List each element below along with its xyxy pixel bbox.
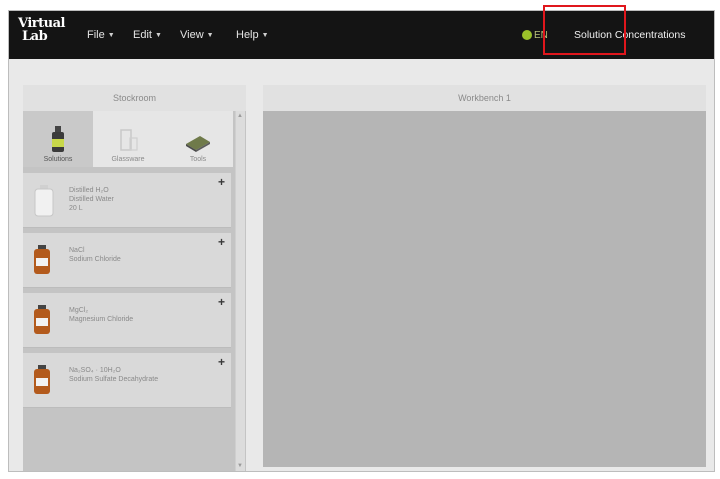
list-item[interactable]: Na₂SO₄ · 10H₂O Sodium Sulfate Decahydrat… — [23, 353, 231, 408]
chevron-down-icon: ▼ — [107, 31, 115, 39]
workbench-header: Workbench 1 — [263, 85, 706, 112]
tab-tools[interactable]: Tools — [163, 111, 233, 167]
stockroom-header: Stockroom — [23, 85, 246, 112]
reagent-bottle-icon — [34, 305, 50, 334]
list-item[interactable]: NaCl Sodium Chloride + — [23, 233, 231, 288]
chevron-down-icon: ▼ — [261, 31, 269, 39]
app-frame: Virtual Lab File ▼ Edit ▼ View ▼ Help ▼ EN S… — [8, 10, 715, 472]
add-button[interactable]: + — [218, 355, 225, 369]
add-button[interactable]: + — [218, 175, 225, 189]
list-item[interactable]: Distilled H₂O Distilled Water 20 L + — [23, 173, 231, 228]
menu-view[interactable]: View ▼ — [180, 11, 214, 59]
tab-glassware[interactable]: Glassware — [93, 111, 163, 167]
glassware-icon — [120, 129, 138, 151]
list-item[interactable]: MgCl₂ Magnesium Chloride + — [23, 293, 231, 348]
top-navbar: Virtual Lab File ▼ Edit ▼ View ▼ Help ▼ EN S… — [9, 11, 714, 59]
globe-icon — [522, 30, 532, 40]
solutions-bottle-icon — [52, 126, 64, 152]
workbench-area[interactable] — [263, 111, 706, 467]
reagent-bottle-icon — [34, 365, 50, 394]
language-selector[interactable]: EN — [522, 11, 548, 59]
lab-title: Solution Concentrations — [574, 29, 686, 41]
tab-solutions[interactable]: Solutions — [23, 111, 93, 167]
stockroom-scrollbar[interactable]: ▲ ▼ — [235, 111, 245, 471]
stockroom-tabs: Solutions Glassware Tools — [23, 111, 233, 167]
add-button[interactable]: + — [218, 295, 225, 309]
menu-help[interactable]: Help ▼ — [236, 11, 269, 59]
scroll-down-icon[interactable]: ▼ — [237, 463, 243, 469]
chevron-down-icon: ▼ — [206, 31, 214, 39]
reagent-bottle-icon — [34, 245, 50, 274]
scroll-up-icon[interactable]: ▲ — [237, 113, 243, 119]
menu-edit[interactable]: Edit ▼ — [133, 11, 162, 59]
add-button[interactable]: + — [218, 235, 225, 249]
menu-file[interactable]: File ▼ — [87, 11, 115, 59]
virtual-lab-logo[interactable]: Virtual Lab — [18, 17, 65, 53]
carboy-icon — [34, 185, 54, 217]
chevron-down-icon: ▼ — [154, 31, 162, 39]
tools-icon — [186, 136, 210, 152]
stockroom-panel: Solutions Glassware Tools Distilled H₂O … — [23, 111, 246, 471]
